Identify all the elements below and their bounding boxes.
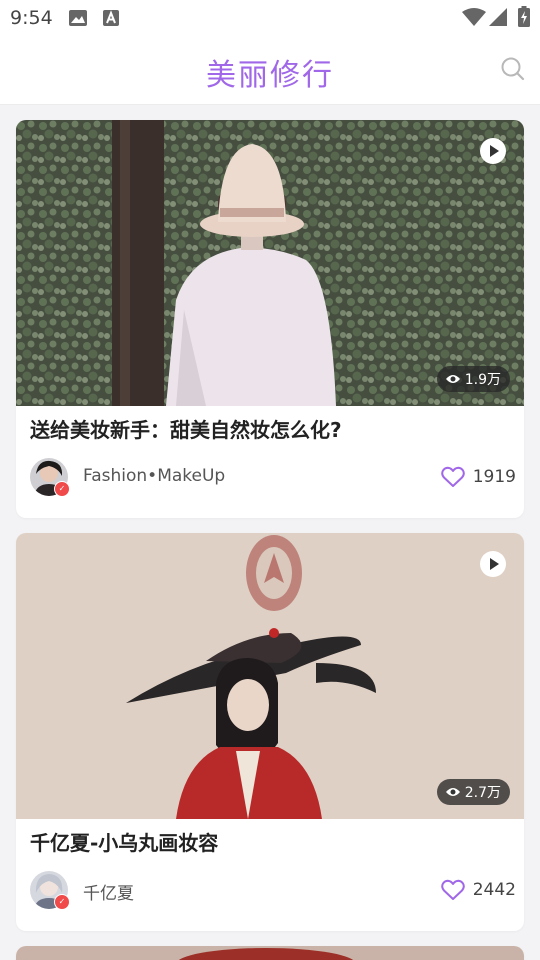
author-row: ✓ 千亿夏 2442 (30, 869, 516, 910)
thumbnail-image (16, 946, 524, 960)
like-count: 2442 (472, 880, 516, 900)
like-button[interactable]: 2442 (440, 875, 516, 905)
video-title[interactable]: 送给美妆新手：甜美自然妆怎么化? (30, 414, 342, 443)
author-row: ✓ Fashion•MakeUp 1919 (30, 456, 516, 497)
view-count-badge: 1.9万 (436, 366, 510, 392)
video-thumbnail[interactable]: 2.7万 (16, 533, 524, 819)
author-name[interactable]: 千亿夏 (83, 879, 134, 904)
verified-badge: ✓ (54, 481, 70, 497)
video-card[interactable]: 2.7万 千亿夏-小乌丸画妆容 ✓ 千亿夏 2442 (16, 533, 524, 931)
verified-badge: ✓ (54, 894, 70, 910)
video-card[interactable]: 1.9万 送给美妆新手：甜美自然妆怎么化? ✓ Fashion•MakeUp 1… (16, 120, 524, 518)
status-bar: 9:54 (0, 0, 540, 36)
thumbnail-image (16, 533, 524, 819)
battery-icon (518, 6, 530, 27)
heart-icon (440, 466, 465, 487)
status-time: 9:54 (10, 7, 53, 29)
video-card[interactable] (16, 946, 524, 960)
like-button[interactable]: 1919 (440, 462, 516, 492)
thumbnail-image (16, 120, 524, 406)
search-icon[interactable] (500, 56, 526, 82)
signal-icon (489, 8, 507, 26)
heart-icon (440, 879, 465, 900)
eye-icon (445, 788, 460, 796)
like-count: 1919 (472, 467, 516, 487)
view-count: 2.7万 (464, 785, 501, 801)
play-icon[interactable] (480, 138, 506, 164)
font-icon (103, 10, 119, 26)
gallery-icon (69, 10, 87, 26)
author-name[interactable]: Fashion•MakeUp (83, 466, 225, 486)
page-title: 美丽修行 (206, 58, 334, 93)
video-thumbnail[interactable]: 1.9万 (16, 120, 524, 406)
play-icon[interactable] (480, 551, 506, 577)
app-header: 美丽修行 (0, 36, 540, 105)
view-count-badge: 2.7万 (436, 779, 510, 805)
wifi-icon (462, 8, 486, 26)
view-count: 1.9万 (464, 372, 501, 388)
video-title[interactable]: 千亿夏-小乌丸画妆容 (30, 827, 218, 856)
eye-icon (445, 375, 460, 383)
